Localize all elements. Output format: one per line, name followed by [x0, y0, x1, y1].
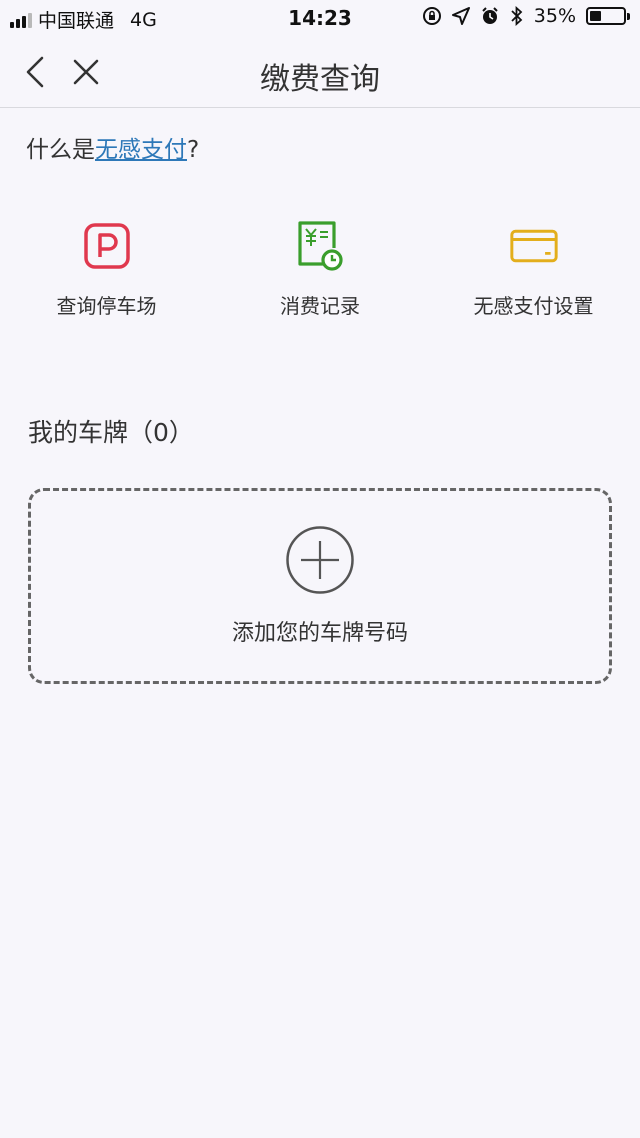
card-icon [509, 220, 558, 272]
rotation-lock-icon [422, 7, 441, 25]
intro-suffix: ? [187, 137, 200, 163]
intro-prefix: 什么是 [26, 137, 95, 163]
nav-bar: 缴费查询 [0, 36, 640, 108]
action-label: 无感支付设置 [473, 294, 594, 318]
receipt-clock-icon [296, 220, 344, 272]
battery-fill [590, 11, 602, 21]
bluetooth-icon [511, 6, 523, 26]
my-plates-heading: 我的车牌（0） [28, 418, 194, 447]
action-parking-search[interactable]: 查询停车场 [0, 220, 213, 418]
status-bar: 中国联通 4G 14:23 35% [0, 0, 640, 36]
quick-actions: 查询停车场 消费记录 无感支付设置 [0, 188, 640, 418]
intro-line: 什么是无感支付? [0, 108, 640, 188]
add-plate-label: 添加您的车牌号码 [231, 621, 408, 646]
action-payment-settings[interactable]: 无感支付设置 [427, 220, 640, 418]
add-plate-button[interactable]: 添加您的车牌号码 [28, 488, 612, 684]
action-consumption-record[interactable]: 消费记录 [214, 220, 427, 418]
action-label: 查询停车场 [56, 294, 157, 318]
what-is-link[interactable]: 无感支付 [95, 137, 187, 163]
battery-percent: 35% [533, 5, 576, 27]
location-icon [451, 7, 470, 25]
alarm-icon [482, 7, 498, 24]
action-label: 消费记录 [280, 294, 360, 318]
plus-circle-icon [286, 526, 354, 594]
page-title: 缴费查询 [260, 62, 380, 97]
parking-icon [83, 220, 131, 272]
battery-icon [586, 7, 630, 25]
status-right: 35% [422, 5, 630, 27]
